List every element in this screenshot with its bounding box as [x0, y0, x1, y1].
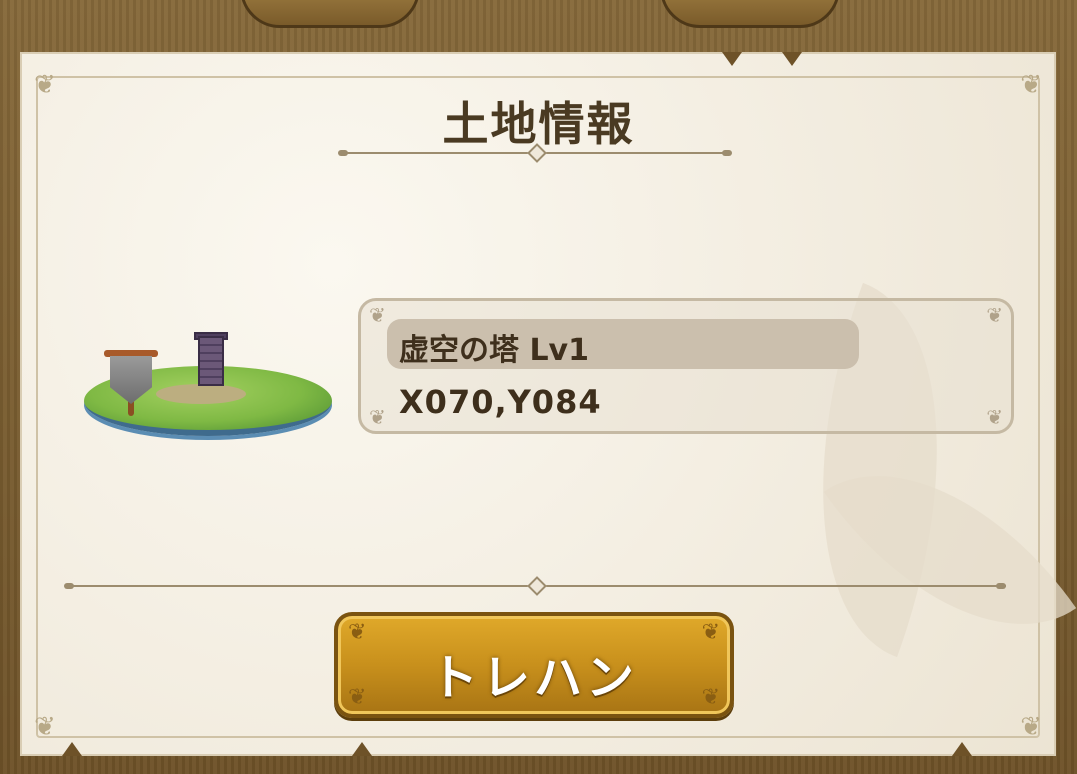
tile-name: 虚空の塔 Lv1	[399, 333, 589, 368]
dirt-patch	[156, 384, 246, 404]
treasure-hunt-button[interactable]: ❦ ❦ ❦ ❦ トレハン	[334, 612, 734, 718]
tower-icon	[198, 336, 224, 386]
tile-coordinates: X070,Y084	[399, 383, 602, 421]
tile-info-box: 虚空の塔 Lv1 X070,Y084 ❦ ❦ ❦ ❦	[358, 298, 1014, 434]
divider-tip	[996, 583, 1006, 589]
corner-ornament-icon: ❦	[1020, 712, 1042, 742]
divider-tip	[64, 583, 74, 589]
divider-tip	[338, 150, 348, 156]
frame-tooth	[62, 742, 82, 756]
frame-tooth	[952, 742, 972, 756]
divider-tip	[722, 150, 732, 156]
corner-ornament-icon: ❦	[986, 303, 1003, 327]
frame-top-ornament-right	[660, 0, 840, 28]
corner-ornament-icon: ❦	[369, 303, 386, 327]
banner-bar	[104, 350, 158, 357]
corner-ornament-icon: ❦	[986, 405, 1003, 429]
frame-tooth	[352, 742, 372, 756]
frame-tooth	[722, 52, 742, 66]
corner-ornament-icon: ❦	[34, 712, 56, 742]
corner-ornament-icon: ❦	[369, 405, 386, 429]
treasure-hunt-button-label: トレハン	[429, 650, 638, 706]
land-tile-illustration	[84, 332, 334, 436]
frame-top-ornament-left	[240, 0, 420, 28]
frame-tooth	[782, 52, 802, 66]
